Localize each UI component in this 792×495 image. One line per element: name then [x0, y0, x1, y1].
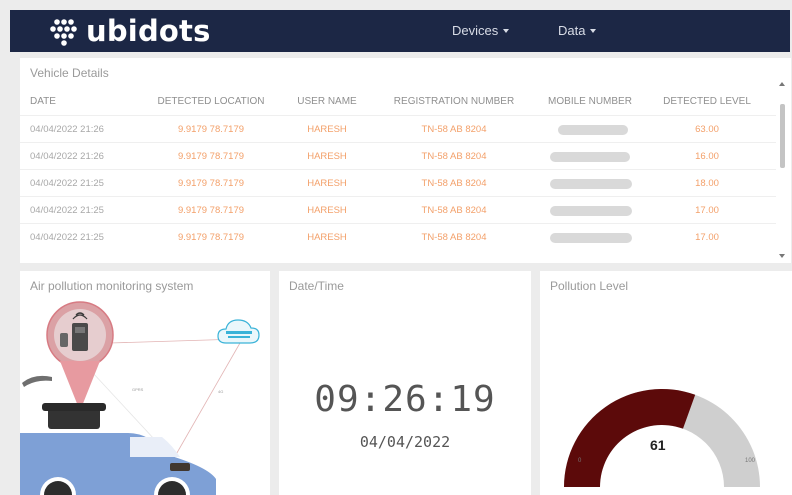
gauge-fill	[564, 389, 696, 487]
col-date: DATE	[30, 96, 56, 107]
cell-registration: TN-58 AB 8204	[421, 178, 487, 189]
col-detected-level: DETECTED LEVEL	[663, 96, 751, 107]
pollution-level-title: Pollution Level	[550, 279, 629, 293]
cell-date: 04/04/2022 21:25	[30, 205, 104, 216]
caret-down-icon	[590, 28, 597, 33]
table-row[interactable]: 04/04/2022 21:25 9.9179 78.7179 HARESH T…	[20, 169, 776, 196]
gauge-max-label: 100	[745, 458, 756, 464]
nav-data-dropdown[interactable]: Data	[558, 23, 597, 38]
cell-user: HARESH	[307, 124, 347, 135]
col-mobile-number: MOBILE NUMBER	[548, 96, 632, 107]
cell-location: 9.9179 78.7179	[177, 205, 245, 216]
mobile-number-redacted	[550, 233, 632, 243]
svg-text:GPRS: GPRS	[132, 387, 144, 392]
clock-date: 04/04/2022	[359, 433, 451, 451]
cell-location: 9.9179 78.7179	[177, 124, 245, 135]
gauge-value: 61	[650, 437, 666, 453]
table-scrollbar[interactable]	[778, 82, 787, 258]
cell-date: 04/04/2022 21:26	[30, 124, 104, 135]
pollution-monitoring-illustration: GPRS 4G	[20, 301, 260, 495]
brand-name: ubidots	[86, 14, 211, 48]
col-user-name: USER NAME	[297, 96, 357, 107]
cell-location: 9.9179 78.7179	[177, 151, 245, 162]
cell-user: HARESH	[307, 151, 347, 162]
cell-date: 04/04/2022 21:25	[30, 232, 104, 243]
cell-date: 04/04/2022 21:26	[30, 151, 104, 162]
cell-registration: TN-58 AB 8204	[421, 205, 487, 216]
cell-location: 9.9179 78.7179	[177, 232, 245, 243]
scroll-thumb[interactable]	[780, 104, 785, 168]
top-navbar: ubidots Devices Data	[10, 10, 790, 52]
col-registration-number: REGISTRATION NUMBER	[393, 96, 515, 107]
cell-level: 17.00	[695, 205, 719, 216]
air-pollution-widget: Air pollution monitoring system GPRS 4G	[20, 271, 270, 495]
vehicle-details-title: Vehicle Details	[30, 66, 109, 80]
svg-text:4G: 4G	[218, 389, 223, 394]
datetime-widget: Date/Time 09:26:19 04/04/2022	[279, 271, 531, 495]
scroll-up-arrow-icon[interactable]	[779, 82, 785, 86]
datetime-title: Date/Time	[289, 279, 344, 293]
brand-logo[interactable]: ubidots	[46, 14, 211, 48]
table-row[interactable]: 04/04/2022 21:25 9.9179 78.7179 HARESH T…	[20, 223, 776, 250]
table-row[interactable]: 04/04/2022 21:25 9.9179 78.7179 HARESH T…	[20, 196, 776, 223]
cell-date: 04/04/2022 21:25	[30, 178, 104, 189]
cell-registration: TN-58 AB 8204	[421, 124, 487, 135]
cell-level: 16.00	[695, 151, 719, 162]
pollution-level-widget: Pollution Level 61 0 100	[540, 271, 792, 495]
air-pollution-title: Air pollution monitoring system	[30, 279, 194, 293]
table-row[interactable]: 04/04/2022 21:26 9.9179 78.7179 HARESH T…	[20, 142, 776, 169]
gauge-min-label: 0	[578, 458, 582, 464]
nav-devices-dropdown[interactable]: Devices	[452, 23, 510, 38]
caret-down-icon	[503, 28, 510, 33]
clock-time: 09:26:19	[314, 379, 496, 420]
table-header: DATE DETECTED LOCATION USER NAME REGISTR…	[20, 88, 776, 115]
mobile-number-redacted	[550, 206, 632, 216]
cell-level: 63.00	[695, 124, 719, 135]
nav-devices-label: Devices	[452, 23, 499, 38]
vehicle-details-widget: Vehicle Details DATE DETECTED LOCATION U…	[20, 58, 791, 263]
mobile-number-redacted	[550, 179, 632, 189]
cell-user: HARESH	[307, 205, 347, 216]
cell-level: 17.00	[695, 232, 719, 243]
table-row[interactable]: 04/04/2022 21:26 9.9179 78.7179 HARESH T…	[20, 115, 776, 142]
ubidots-logo-icon	[50, 19, 77, 46]
cell-user: HARESH	[307, 232, 347, 243]
pollution-gauge	[564, 389, 760, 487]
col-detected-location: DETECTED LOCATION	[157, 96, 265, 107]
cell-registration: TN-58 AB 8204	[421, 232, 487, 243]
nav-data-label: Data	[558, 23, 586, 38]
mobile-number-redacted	[558, 125, 628, 135]
cell-level: 18.00	[695, 178, 719, 189]
mobile-number-redacted	[550, 152, 630, 162]
cell-location: 9.9179 78.7179	[177, 178, 245, 189]
cell-user: HARESH	[307, 178, 347, 189]
cell-registration: TN-58 AB 8204	[421, 151, 487, 162]
scroll-down-arrow-icon[interactable]	[779, 254, 785, 258]
